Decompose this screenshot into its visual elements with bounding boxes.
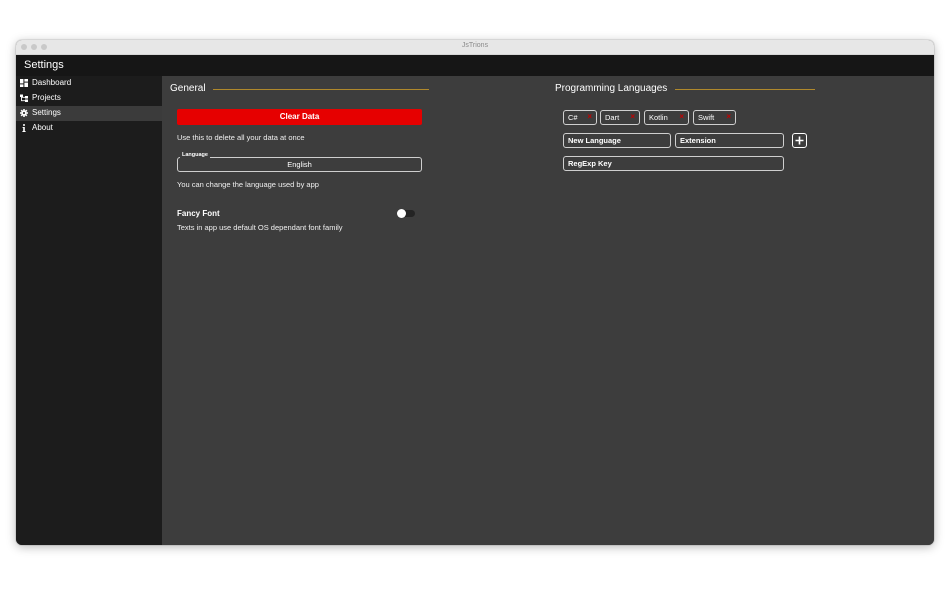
sidebar-item-label: Settings [32, 108, 61, 117]
app-title: Settings [24, 59, 64, 71]
sidebar-item-projects[interactable]: Projects [16, 91, 162, 106]
language-legend: Language [180, 152, 210, 158]
language-chip-dart: Dart × [600, 110, 640, 125]
add-language-button[interactable] [792, 133, 807, 148]
fancy-font-toggle[interactable] [397, 209, 415, 218]
chip-label: Dart [605, 113, 620, 122]
grid-icon [20, 79, 28, 87]
chip-label: Kotlin [649, 113, 668, 122]
language-help: You can change the language used by app [177, 180, 319, 189]
new-language-placeholder: New Language [568, 136, 621, 145]
chip-label: Swift [698, 113, 715, 122]
tree-icon [20, 94, 28, 102]
toggle-knob [397, 209, 406, 218]
gear-icon [20, 109, 28, 117]
remove-chip-icon[interactable]: × [726, 113, 731, 121]
sidebar: Dashboard Projects Settings About [16, 76, 162, 545]
app-window: JsTrions Settings Dashboard Projects Set… [16, 40, 934, 545]
remove-chip-icon[interactable]: × [630, 113, 635, 121]
app-bar: Settings [16, 55, 934, 76]
sidebar-item-label: Projects [32, 93, 61, 102]
sidebar-item-label: About [32, 123, 53, 132]
clear-data-button[interactable]: Clear Data [177, 109, 422, 125]
general-divider [213, 89, 429, 90]
settings-content: General Clear Data Use this to delete al… [162, 76, 934, 545]
window-title: JsTrions [461, 42, 489, 49]
regexp-key-placeholder: RegExp Key [568, 159, 612, 168]
programming-section-title: Programming Languages [555, 83, 668, 94]
language-value: English [287, 160, 312, 169]
sidebar-item-settings[interactable]: Settings [16, 106, 162, 121]
language-chip-swift: Swift × [693, 110, 736, 125]
language-chip-csharp: C# × [563, 110, 597, 125]
clear-data-help: Use this to delete all your data at once [177, 133, 305, 142]
sidebar-item-about[interactable]: About [16, 121, 162, 136]
sidebar-item-label: Dashboard [32, 78, 72, 87]
general-section-title: General [170, 83, 206, 94]
language-select[interactable]: Language English [177, 152, 422, 172]
programming-divider [675, 89, 815, 90]
extension-placeholder: Extension [680, 136, 716, 145]
fancy-font-help: Texts in app use default OS dependant fo… [177, 223, 343, 232]
extension-input[interactable]: Extension [675, 133, 784, 148]
regexp-key-input[interactable]: RegExp Key [563, 156, 784, 171]
remove-chip-icon[interactable]: × [679, 113, 684, 121]
new-language-input[interactable]: New Language [563, 133, 671, 148]
chip-label: C# [568, 113, 578, 122]
remove-chip-icon[interactable]: × [587, 113, 592, 121]
sidebar-item-dashboard[interactable]: Dashboard [16, 76, 162, 91]
info-icon [22, 124, 26, 132]
fancy-font-title: Fancy Font [177, 209, 220, 218]
window-titlebar: JsTrions [16, 40, 934, 55]
language-chip-kotlin: Kotlin × [644, 110, 689, 125]
plus-icon [795, 136, 804, 145]
